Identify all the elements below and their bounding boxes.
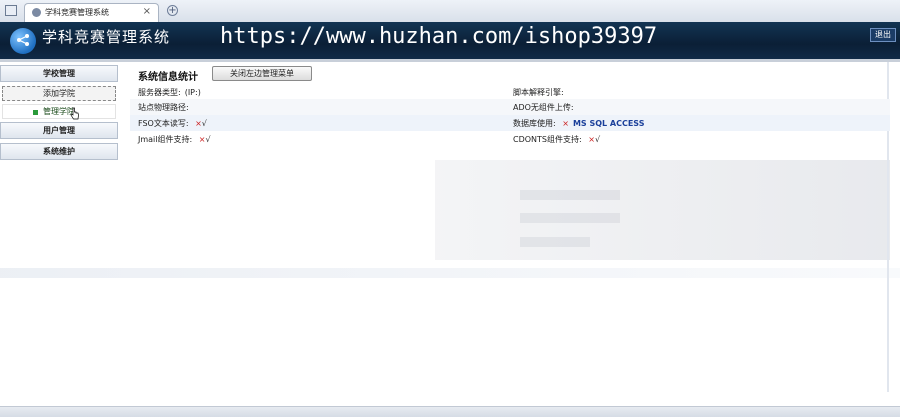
logout-button[interactable]: 退出 xyxy=(870,28,896,42)
info-label: ADO无组件上传: xyxy=(513,103,574,112)
info-label: 数据库使用: × MS SQL ACCESS xyxy=(513,119,645,128)
share-nodes-icon xyxy=(17,34,29,46)
cross-icon: × xyxy=(195,119,202,128)
page-favicon-icon xyxy=(32,8,41,17)
tab-list-icon[interactable] xyxy=(5,5,17,16)
watermark-url: https://www.huzhan.com/ishop39397 xyxy=(220,24,658,49)
info-row: FSO文本读写: ×√ 数据库使用: × MS SQL ACCESS xyxy=(130,115,890,131)
background-band xyxy=(0,268,900,278)
sidebar-subitem-add-college[interactable]: 添加学院 xyxy=(2,86,116,101)
new-tab-button[interactable]: + xyxy=(167,5,178,16)
check-icon: √ xyxy=(201,119,207,128)
hand-cursor-icon xyxy=(70,107,79,120)
sidebar-subitem-manage-college[interactable]: 管理学院 xyxy=(2,104,116,119)
info-label: 服务器类型: (IP:) xyxy=(138,88,201,97)
info-row: 站点物理路径: ADO无组件上传: xyxy=(130,99,890,115)
header-divider xyxy=(0,59,900,62)
sidebar-item-user-management[interactable]: 用户管理 xyxy=(0,122,118,139)
browser-tab[interactable]: 学科竞赛管理系统 × xyxy=(24,3,159,22)
active-bullet-icon xyxy=(33,110,38,115)
background-field xyxy=(520,190,620,200)
page-title: 系统信息统计 xyxy=(138,72,198,83)
sidebar-item-school-management[interactable]: 学校管理 xyxy=(0,65,118,82)
background-field xyxy=(520,213,620,223)
check-icon: √ xyxy=(594,135,601,144)
sidebar-item-system-maintenance[interactable]: 系统维护 xyxy=(0,143,118,160)
background-panel xyxy=(435,160,890,260)
tab-close-icon[interactable]: × xyxy=(143,6,151,17)
info-label: FSO文本读写: ×√ xyxy=(138,119,207,128)
database-type: MS SQL ACCESS xyxy=(572,119,645,128)
info-label: 脚本解释引擎: xyxy=(513,88,564,97)
check-icon: √ xyxy=(205,135,211,144)
browser-tab-strip: 学科竞赛管理系统 × + xyxy=(0,0,900,23)
cross-icon: × xyxy=(588,135,595,144)
toggle-left-menu-button[interactable]: 关闭左边管理菜单 xyxy=(212,66,312,81)
app-title: 学科竞赛管理系统 xyxy=(42,28,171,46)
sidebar-subitem-label: 添加学院 xyxy=(43,89,75,98)
sidebar: 学校管理 添加学院 管理学院 用户管理 系统维护 xyxy=(0,62,120,160)
info-row: 服务器类型: (IP:) 脚本解释引擎: xyxy=(130,84,890,100)
info-label: 站点物理路径: xyxy=(138,103,189,112)
tab-title: 学科竞赛管理系统 xyxy=(45,8,109,17)
background-field xyxy=(520,237,590,247)
cross-icon: × xyxy=(562,119,569,128)
info-label: CDONTS组件支持: ×√ xyxy=(513,135,601,144)
info-label: Jmail组件支持: ×√ xyxy=(138,135,211,144)
info-row: Jmail组件支持: ×√ CDONTS组件支持: ×√ xyxy=(130,131,890,147)
status-bar xyxy=(0,406,900,417)
